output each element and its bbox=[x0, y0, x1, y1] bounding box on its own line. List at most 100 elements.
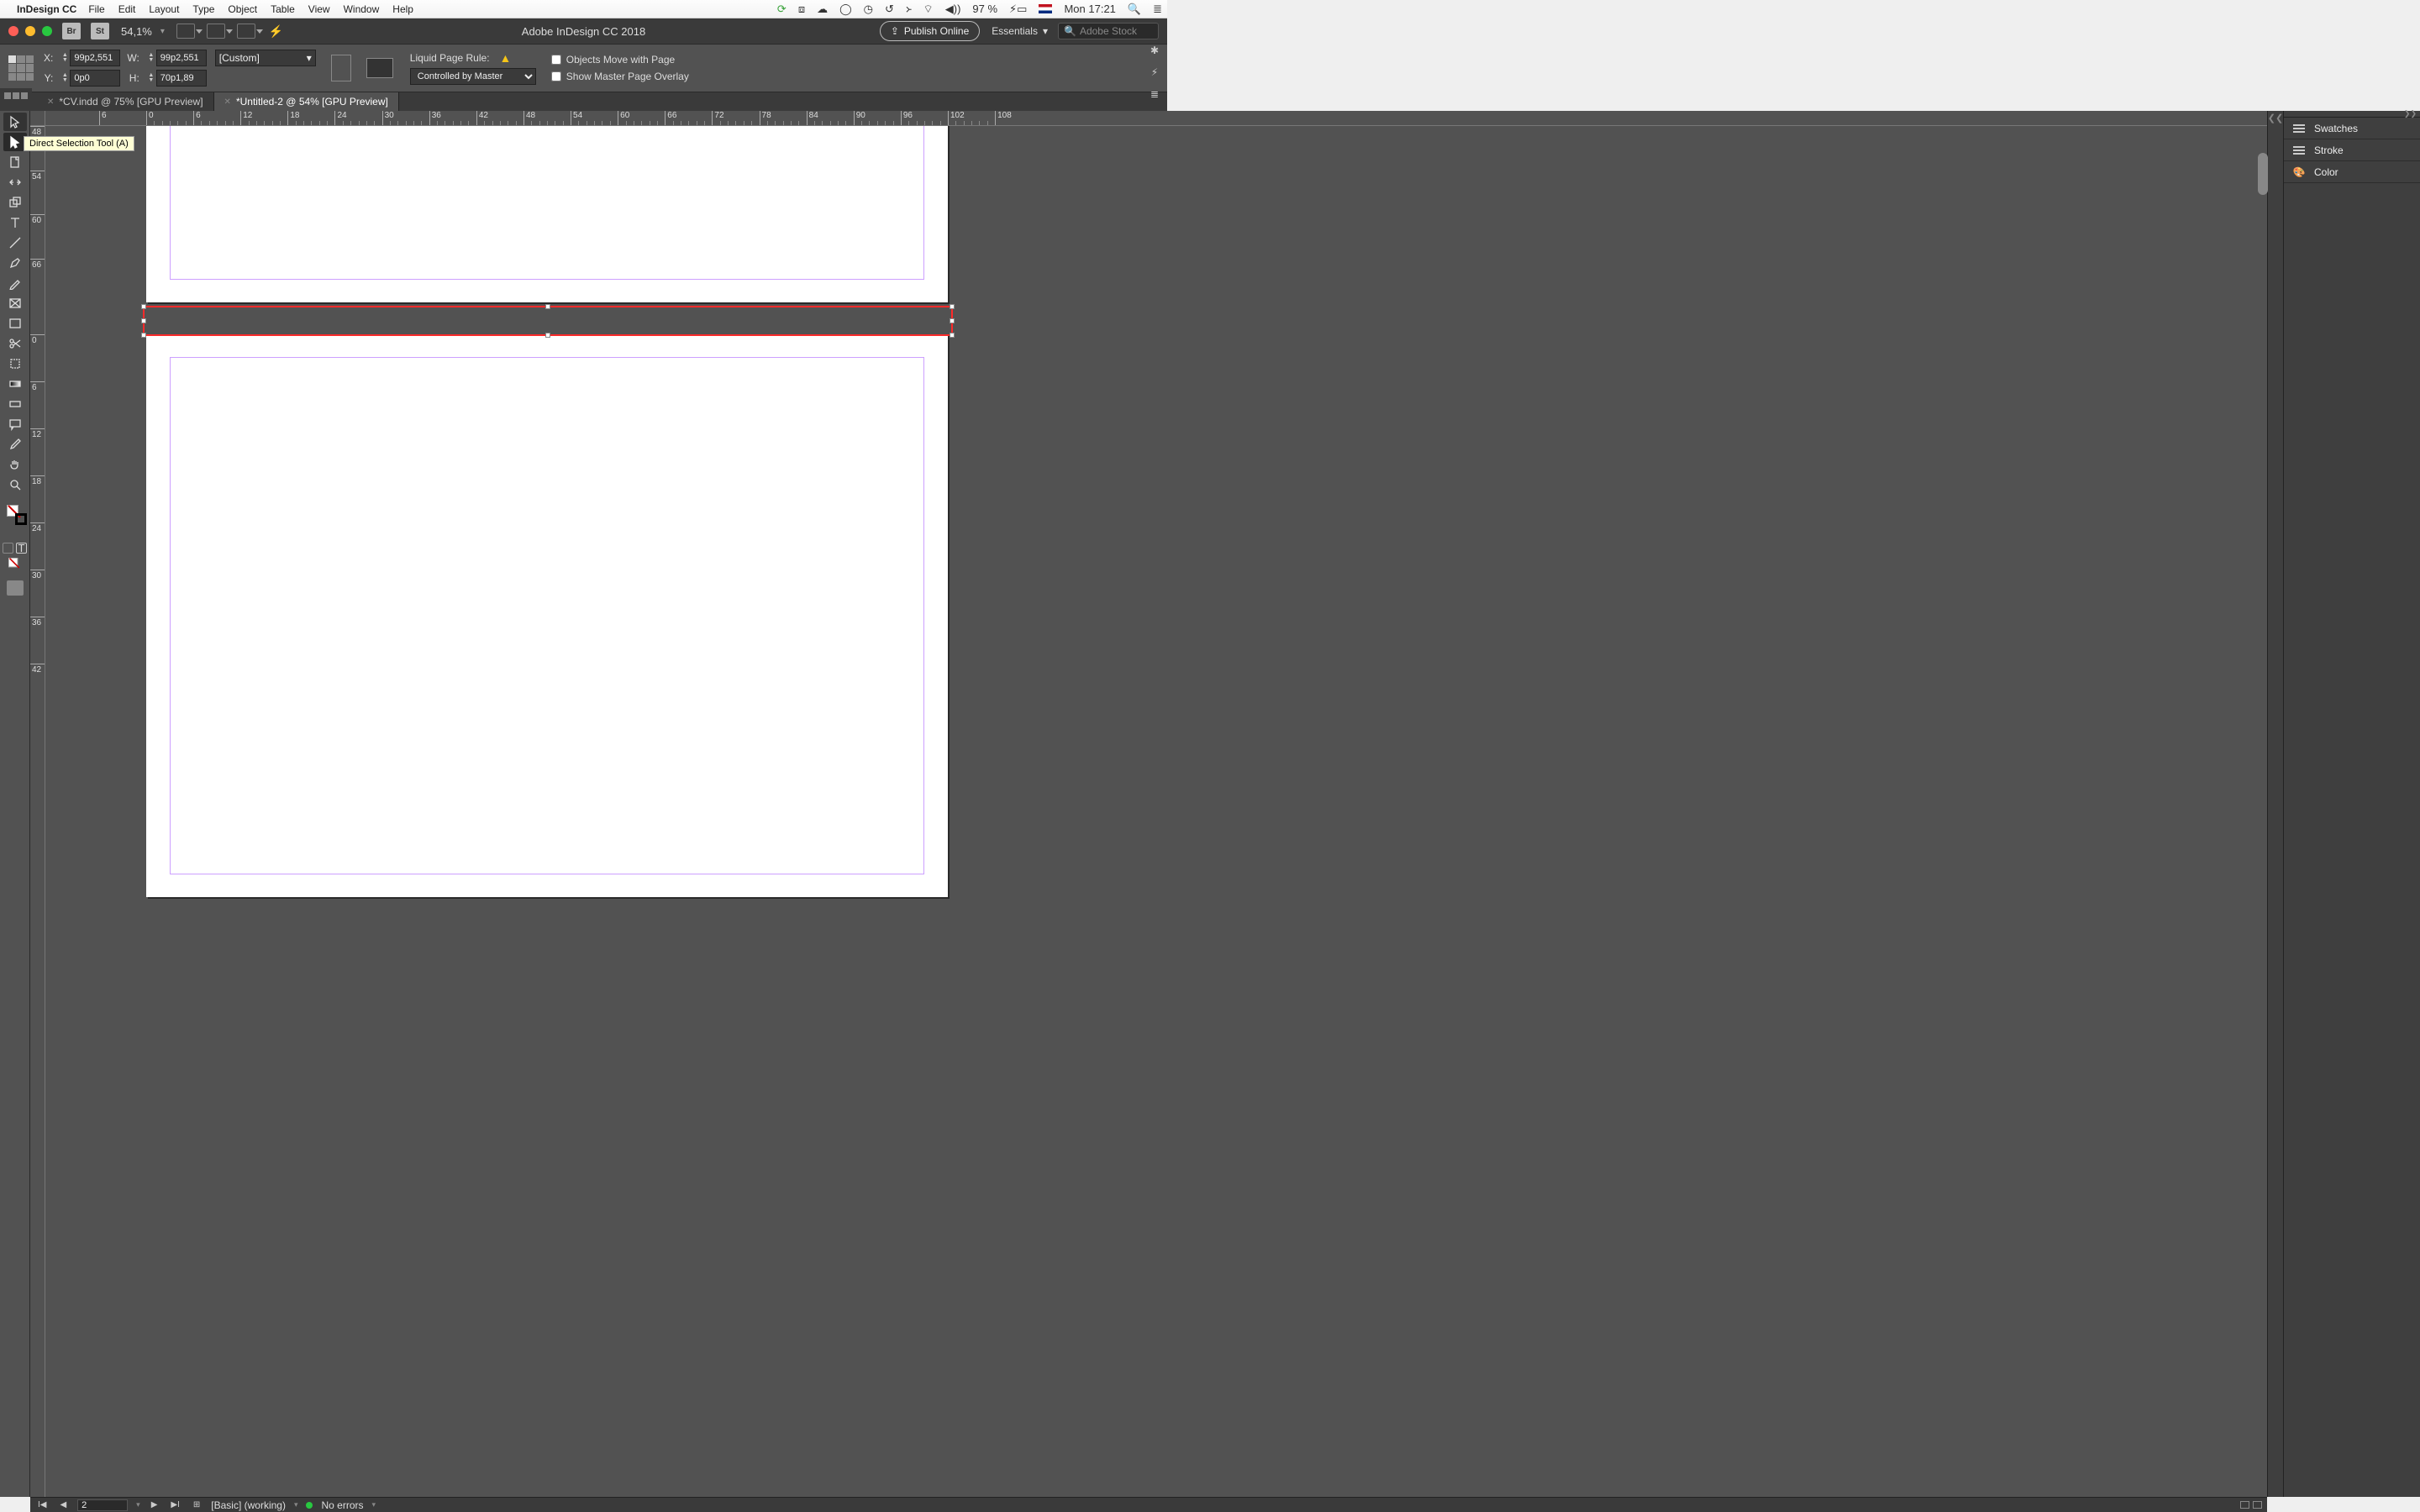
page-tool[interactable] bbox=[3, 153, 27, 171]
menu-object[interactable]: Object bbox=[228, 3, 257, 15]
h-input[interactable] bbox=[156, 70, 207, 87]
menu-window[interactable]: Window bbox=[344, 3, 380, 15]
flag-icon[interactable] bbox=[1039, 4, 1052, 13]
screen-mode-toggle[interactable] bbox=[7, 580, 24, 596]
publish-online-button[interactable]: ⇪ Publish Online bbox=[880, 21, 980, 41]
first-spread-button[interactable]: I◀ bbox=[35, 1500, 49, 1509]
orientation-portrait-button[interactable] bbox=[331, 55, 351, 81]
vertical-ruler[interactable]: 4854606606121824303642 bbox=[30, 126, 45, 1497]
gradient-swatch-tool[interactable] bbox=[3, 375, 27, 393]
scissors-tool[interactable] bbox=[3, 334, 27, 353]
window-shade-icons[interactable] bbox=[0, 88, 32, 103]
close-tab-icon[interactable]: ✕ bbox=[224, 97, 231, 107]
y-input[interactable] bbox=[70, 70, 120, 87]
rectangle-frame-tool[interactable] bbox=[3, 294, 27, 312]
profile-dropdown-icon[interactable]: ▾ bbox=[294, 1500, 298, 1509]
window-zoom-button[interactable] bbox=[42, 26, 52, 36]
x-field[interactable]: ▲▼ bbox=[60, 50, 120, 66]
cc-icon[interactable]: ◯ bbox=[839, 3, 852, 16]
fill-stroke-toggle[interactable] bbox=[3, 555, 27, 574]
spotlight-icon[interactable]: 🔍 bbox=[1128, 3, 1141, 16]
hand-tool[interactable] bbox=[3, 455, 27, 474]
bluetooth-icon[interactable]: ᚛ bbox=[906, 3, 912, 16]
free-transform-tool[interactable] bbox=[3, 354, 27, 373]
document-page[interactable] bbox=[146, 126, 948, 302]
h-field[interactable]: ▲▼ bbox=[146, 70, 207, 87]
wifi-icon[interactable]: ⌔ bbox=[923, 3, 934, 16]
clock-icon[interactable]: ◷ bbox=[864, 3, 873, 16]
stroke-panel-tab[interactable]: Stroke bbox=[2284, 139, 2420, 161]
arrange-button[interactable] bbox=[207, 24, 225, 39]
stock-badge[interactable]: St bbox=[91, 23, 109, 39]
apply-color-button[interactable] bbox=[3, 543, 13, 554]
gpu-icon[interactable] bbox=[269, 24, 283, 39]
zoom-dropdown-icon[interactable]: ▾ bbox=[160, 27, 165, 36]
view-split-buttons[interactable] bbox=[2240, 1501, 2262, 1509]
menu-view[interactable]: View bbox=[308, 3, 330, 15]
app-name[interactable]: InDesign CC bbox=[17, 3, 76, 15]
sync-icon[interactable]: ↺ bbox=[885, 3, 894, 16]
reference-point-grid[interactable] bbox=[8, 55, 34, 81]
screen-mode-button[interactable] bbox=[237, 24, 255, 39]
objects-move-checkbox[interactable]: Objects Move with Page bbox=[551, 54, 689, 66]
selection-tool[interactable] bbox=[3, 113, 27, 131]
preflight-profile[interactable]: [Basic] (working) bbox=[211, 1499, 286, 1511]
document-page[interactable] bbox=[146, 334, 948, 897]
collapsed-panel-strip[interactable]: ❮❮ bbox=[2267, 111, 2284, 1497]
menu-list-icon[interactable]: ≣ bbox=[1153, 3, 1162, 16]
fill-stroke-swap[interactable] bbox=[3, 504, 27, 522]
workspace-switcher[interactable]: Essentials ▾ bbox=[992, 25, 1048, 37]
panel-collapse-grip[interactable]: ❯❯ bbox=[2284, 111, 2420, 118]
window-close-button[interactable] bbox=[8, 26, 18, 36]
menu-file[interactable]: File bbox=[88, 3, 104, 15]
panel-menu-icon[interactable]: ≣ bbox=[1150, 88, 1159, 100]
last-spread-button[interactable]: ▶I bbox=[168, 1500, 182, 1509]
page-dropdown-icon[interactable]: ▾ bbox=[136, 1500, 140, 1509]
panel-settings-icon[interactable]: ✱ bbox=[1150, 45, 1159, 56]
zoom-level[interactable]: 54,1% bbox=[121, 25, 152, 38]
x-input[interactable] bbox=[70, 50, 120, 66]
menu-type[interactable]: Type bbox=[192, 3, 214, 15]
line-tool[interactable] bbox=[3, 234, 27, 252]
pen-tool[interactable] bbox=[3, 254, 27, 272]
page-preset-dropdown[interactable]: [Custom]▾ bbox=[215, 50, 316, 66]
open-pages-icon[interactable]: ⊞ bbox=[191, 1500, 203, 1509]
next-spread-button[interactable]: ▶ bbox=[149, 1500, 160, 1509]
w-input[interactable] bbox=[156, 50, 207, 66]
selection-bounds[interactable] bbox=[143, 306, 953, 336]
quick-apply-icon[interactable]: ⚡︎ bbox=[1151, 66, 1158, 78]
zoom-tool[interactable] bbox=[3, 475, 27, 494]
pasteboard[interactable] bbox=[45, 126, 2267, 1497]
menu-help[interactable]: Help bbox=[392, 3, 413, 15]
color-panel-tab[interactable]: 🎨 Color bbox=[2284, 161, 2420, 183]
eyedropper-tool[interactable] bbox=[3, 435, 27, 454]
note-tool[interactable] bbox=[3, 415, 27, 433]
cloud-icon[interactable]: ☁︎ bbox=[817, 3, 828, 16]
volume-icon[interactable]: ◀︎)) bbox=[945, 3, 961, 16]
content-collector-tool[interactable] bbox=[3, 193, 27, 212]
liquid-rule-dropdown[interactable]: Controlled by Master bbox=[410, 68, 536, 85]
rectangle-tool[interactable] bbox=[3, 314, 27, 333]
menu-table[interactable]: Table bbox=[271, 3, 295, 15]
preflight-dropdown-icon[interactable]: ▾ bbox=[372, 1500, 376, 1509]
menu-layout[interactable]: Layout bbox=[149, 3, 179, 15]
horizontal-ruler[interactable]: 606121824303642485460667278849096102108 bbox=[45, 111, 2267, 126]
type-tool[interactable] bbox=[3, 213, 27, 232]
close-tab-icon[interactable]: ✕ bbox=[47, 97, 54, 107]
battery-icon[interactable]: ⚡︎▭ bbox=[1009, 3, 1027, 16]
clock-text[interactable]: Mon 17:21 bbox=[1064, 3, 1115, 15]
page-number-field[interactable] bbox=[77, 1499, 128, 1511]
dropbox-icon[interactable]: ⧈ bbox=[798, 3, 805, 16]
menu-edit[interactable]: Edit bbox=[118, 3, 136, 15]
swatches-panel-tab[interactable]: Swatches bbox=[2284, 118, 2420, 139]
bridge-badge[interactable]: Br bbox=[62, 23, 81, 39]
view-options-button[interactable] bbox=[176, 24, 195, 39]
w-field[interactable]: ▲▼ bbox=[146, 50, 207, 66]
pencil-tool[interactable] bbox=[3, 274, 27, 292]
prev-spread-button[interactable]: ◀ bbox=[57, 1500, 69, 1509]
gap-tool[interactable] bbox=[3, 173, 27, 192]
adobe-stock-search[interactable]: 🔍 Adobe Stock bbox=[1058, 23, 1159, 39]
vertical-scrollbar[interactable] bbox=[2258, 153, 2268, 195]
orientation-landscape-button[interactable] bbox=[366, 58, 393, 78]
window-minimize-button[interactable] bbox=[25, 26, 35, 36]
